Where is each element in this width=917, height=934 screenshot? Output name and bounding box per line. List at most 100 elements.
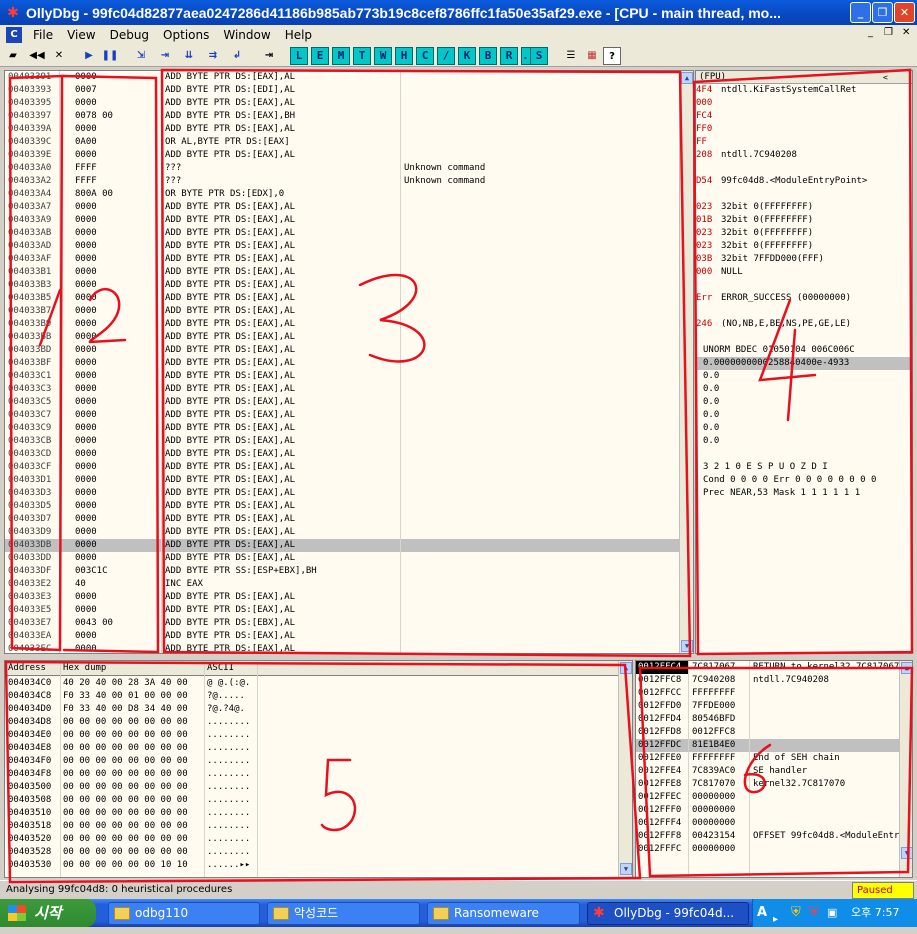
disasm-row[interactable]: 004033CF 0000 ADD BYTE PTR DS:[EAX],AL bbox=[5, 461, 693, 474]
modules-button[interactable]: E bbox=[311, 47, 329, 65]
mdi-close-icon[interactable]: ✕ bbox=[902, 27, 910, 38]
register-line[interactable]: 023 32bit 0(FFFFFFFF) bbox=[696, 201, 912, 214]
disassembly-pane[interactable]: 00403391 0000 ADD BYTE PTR DS:[EAX],AL 0040… bbox=[4, 70, 694, 654]
disasm-row[interactable]: 004033EA 0000 ADD BYTE PTR DS:[EAX],AL bbox=[5, 630, 693, 643]
mdi-minimize-icon[interactable]: _ bbox=[868, 27, 873, 38]
help-icon[interactable]: ? bbox=[603, 47, 621, 65]
disasm-row[interactable]: 004033E3 0000 ADD BYTE PTR DS:[EAX],AL bbox=[5, 591, 693, 604]
dump-address-header[interactable]: Address bbox=[8, 662, 46, 674]
disasm-row[interactable]: 004033BB 0000 ADD BYTE PTR DS:[EAX],AL bbox=[5, 331, 693, 344]
disasm-row[interactable]: 004033A4 800A 00 OR BYTE PTR DS:[EDX],0 bbox=[5, 188, 693, 201]
menu-window[interactable]: Window bbox=[216, 28, 277, 42]
stack-row[interactable]: 0012FFD4 80546BFD bbox=[636, 713, 899, 726]
scroll-down-icon[interactable]: ▼ bbox=[681, 640, 693, 652]
disasm-row[interactable]: 004033AB 0000 ADD BYTE PTR DS:[EAX],AL bbox=[5, 227, 693, 240]
dump-row[interactable]: 004034F8 00 00 00 00 00 00 00 00........ bbox=[5, 768, 617, 781]
maximize-button[interactable]: ❐ bbox=[872, 2, 893, 23]
stack-row[interactable]: 0012FFD0 7FFDE000 bbox=[636, 700, 899, 713]
dump-row[interactable]: 00403528 00 00 00 00 00 00 00 00........ bbox=[5, 846, 617, 859]
disasm-row[interactable]: 004033B1 0000 ADD BYTE PTR DS:[EAX],AL bbox=[5, 266, 693, 279]
scroll-up-icon[interactable]: ▲ bbox=[620, 662, 632, 674]
disasm-row[interactable]: 004033C3 0000 ADD BYTE PTR DS:[EAX],AL bbox=[5, 383, 693, 396]
register-line[interactable]: 000 bbox=[696, 97, 912, 110]
windows-button[interactable]: W bbox=[374, 47, 392, 65]
menu-file[interactable]: File bbox=[26, 28, 60, 42]
disasm-row[interactable]: 004033CB 0000 ADD BYTE PTR DS:[EAX],AL bbox=[5, 435, 693, 448]
dump-row[interactable]: 004034C8 F0 33 40 00 01 00 00 00 ?@..... bbox=[5, 690, 617, 703]
stack-row[interactable]: 0012FFD8 0012FFC8 bbox=[636, 726, 899, 739]
task-ollydbg[interactable]: ✱ OllyDbg - 99fc04d... bbox=[587, 902, 749, 925]
dump-row[interactable]: 004034E8 00 00 00 00 00 00 00 00........ bbox=[5, 742, 617, 755]
disasm-row[interactable]: 004033BD 0000 ADD BYTE PTR DS:[EAX],AL bbox=[5, 344, 693, 357]
dump-row[interactable]: 00403518 00 00 00 00 00 00 00 00........ bbox=[5, 820, 617, 833]
start-button[interactable]: 시작 bbox=[0, 899, 96, 927]
register-line[interactable]: 246 (NO,NB,E,BE,NS,PE,GE,LE) bbox=[696, 318, 912, 331]
disasm-row[interactable]: 0040339C 0A00 OR AL,BYTE PTR DS:[EAX] bbox=[5, 136, 693, 149]
register-line[interactable]: 03B 32bit 7FFDD000(FFF) bbox=[696, 253, 912, 266]
disasm-row[interactable]: 004033A2 FFFF??? Unknown command bbox=[5, 175, 693, 188]
register-line[interactable]: FF bbox=[696, 136, 912, 149]
dump-scrollbar[interactable]: ▲ ▼ bbox=[618, 661, 632, 877]
scroll-up-icon[interactable]: ▲ bbox=[901, 662, 912, 674]
disasm-row[interactable]: 004033E5 0000 ADD BYTE PTR DS:[EAX],AL bbox=[5, 604, 693, 617]
registers-toggle-icon[interactable]: < bbox=[883, 71, 888, 84]
register-line[interactable]: UNORM BDEC 01050104 006C006C bbox=[696, 344, 912, 357]
disasm-row[interactable]: 004033D3 0000 ADD BYTE PTR DS:[EAX],AL bbox=[5, 487, 693, 500]
trace-into-icon[interactable]: ⇊ bbox=[180, 47, 198, 65]
disasm-row[interactable]: 004033D1 0000 ADD BYTE PTR DS:[EAX],AL bbox=[5, 474, 693, 487]
scroll-down-icon[interactable]: ▼ bbox=[620, 863, 632, 875]
register-line[interactable]: 000 NULL bbox=[696, 266, 912, 279]
references-button[interactable]: R bbox=[500, 47, 518, 65]
stack-row[interactable]: 0012FFE0 FFFFFFFF End of SEH chain bbox=[636, 752, 899, 765]
disasm-row[interactable]: 004033CD 0000 ADD BYTE PTR DS:[EAX],AL bbox=[5, 448, 693, 461]
input-language[interactable]: A bbox=[757, 899, 767, 927]
mdi-restore-icon[interactable]: ❐ bbox=[884, 27, 893, 38]
registers-pane[interactable]: (FPU) < 4F4 ntdll.KiFastSystemCallRet 000 F… bbox=[695, 70, 913, 654]
register-line[interactable]: 0.0 bbox=[696, 409, 912, 422]
stack-row[interactable]: 0012FFFC 00000000 bbox=[636, 843, 899, 856]
register-line[interactable]: 4F4 ntdll.KiFastSystemCallRet bbox=[696, 84, 912, 97]
network-icon[interactable]: ▣ bbox=[827, 899, 837, 927]
go-to-icon[interactable]: ⇥ bbox=[260, 47, 278, 65]
dump-row[interactable]: 00403530 00 00 00 00 00 00 10 10 ......▸▸ bbox=[5, 859, 617, 872]
register-line[interactable]: 01B 32bit 0(FFFFFFFF) bbox=[696, 214, 912, 227]
register-line[interactable]: Cond 0 0 0 0 Err 0 0 0 0 0 0 0 0 bbox=[696, 474, 912, 487]
disasm-row[interactable]: 004033C9 0000 ADD BYTE PTR DS:[EAX],AL bbox=[5, 422, 693, 435]
disasm-row[interactable]: 004033C7 0000 ADD BYTE PTR DS:[EAX],AL bbox=[5, 409, 693, 422]
disasm-row[interactable]: 00403397 0078 00 ADD BYTE PTR DS:[EAX],BH bbox=[5, 110, 693, 123]
register-line[interactable]: 023 32bit 0(FFFFFFFF) bbox=[696, 227, 912, 240]
stack-row[interactable]: 0012FFE8 7C817070 kernel32.7C817070 bbox=[636, 778, 899, 791]
scroll-up-icon[interactable]: ▲ bbox=[681, 72, 693, 84]
threads-button[interactable]: T bbox=[353, 47, 371, 65]
log-window-button[interactable]: L bbox=[290, 47, 308, 65]
disasm-row[interactable]: 004033AD 0000 ADD BYTE PTR DS:[EAX],AL bbox=[5, 240, 693, 253]
register-line[interactable]: D54 99fc04d8.<ModuleEntryPoint> bbox=[696, 175, 912, 188]
disasm-row[interactable]: 004033A9 0000 ADD BYTE PTR DS:[EAX],AL bbox=[5, 214, 693, 227]
register-line[interactable]: 023 32bit 0(FFFFFFFF) bbox=[696, 240, 912, 253]
security-shield-icon[interactable]: ⛨ bbox=[791, 899, 801, 927]
disasm-row[interactable]: 004033DB 0000 ADD BYTE PTR DS:[EAX],AL bbox=[5, 539, 693, 552]
disasm-row[interactable]: 00403393 0007 ADD BYTE PTR DS:[EDI],AL bbox=[5, 84, 693, 97]
trace-over-icon[interactable]: ⇉ bbox=[204, 47, 222, 65]
execute-till-return-icon[interactable]: ↲ bbox=[228, 47, 246, 65]
registers-header[interactable]: (FPU) bbox=[696, 71, 912, 84]
run-icon[interactable]: ▶ bbox=[80, 47, 98, 65]
open-folder-icon[interactable]: ▰ bbox=[4, 47, 22, 65]
task-odbg110[interactable]: odbg110 bbox=[108, 902, 260, 925]
disasm-row[interactable]: 004033B5 0000 ADD BYTE PTR DS:[EAX],AL bbox=[5, 292, 693, 305]
dump-row[interactable]: 00403520 00 00 00 00 00 00 00 00........ bbox=[5, 833, 617, 846]
register-line[interactable] bbox=[696, 305, 912, 318]
restart-icon[interactable]: ◀◀ bbox=[28, 47, 46, 65]
dump-row[interactable]: 004034F0 00 00 00 00 00 00 00 00........ bbox=[5, 755, 617, 768]
disasm-row[interactable]: 004033A0 FFFF??? Unknown command bbox=[5, 162, 693, 175]
menu-help[interactable]: Help bbox=[278, 28, 319, 42]
source-button[interactable]: S bbox=[530, 47, 548, 65]
menu-view[interactable]: View bbox=[60, 28, 102, 42]
stack-row[interactable]: 0012FFDC 81E1B4E0 bbox=[636, 739, 899, 752]
call-stack-button[interactable]: K bbox=[458, 47, 476, 65]
breakpoints-button[interactable]: B bbox=[479, 47, 497, 65]
stack-row[interactable]: 0012FFCC FFFFFFFF bbox=[636, 687, 899, 700]
appearance-icon[interactable]: ▦ bbox=[583, 47, 601, 65]
dump-row[interactable]: 004034E0 00 00 00 00 00 00 00 00........ bbox=[5, 729, 617, 742]
cpu-button[interactable]: C bbox=[416, 47, 434, 65]
